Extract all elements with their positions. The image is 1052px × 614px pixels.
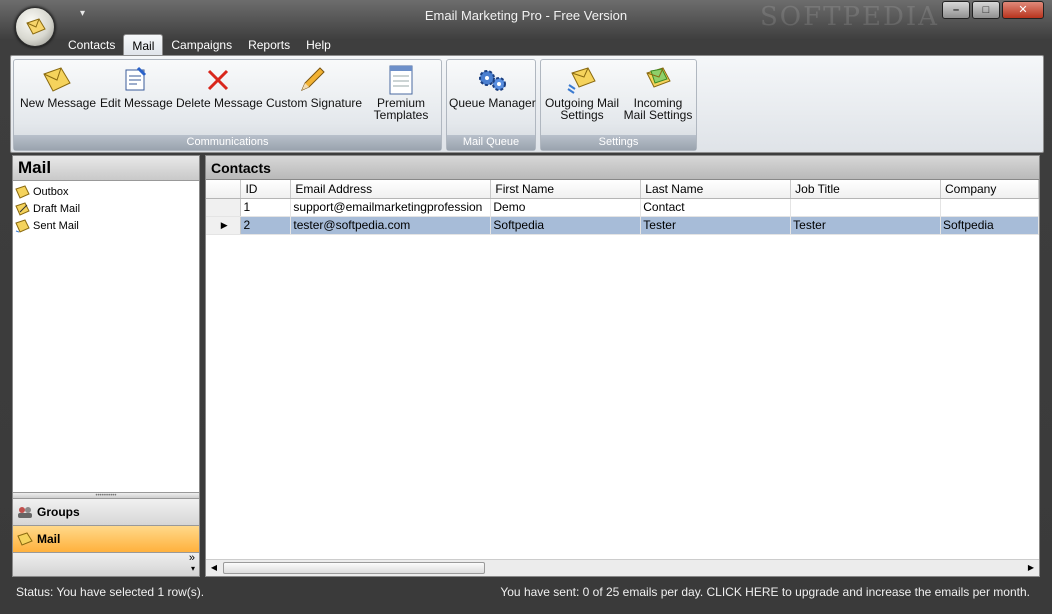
row-header-corner <box>206 180 242 199</box>
tree-item-draft-mail[interactable]: Draft Mail <box>15 200 197 217</box>
group-mail-queue: Queue Manager Mail Queue <box>446 59 536 151</box>
edit-document-icon <box>125 66 147 91</box>
envelope-icon <box>26 18 46 35</box>
gears-icon <box>479 70 506 91</box>
column-header-company[interactable]: Company <box>940 180 1039 199</box>
tree-item-label: Outbox <box>33 185 69 198</box>
tree-item-sent-mail[interactable]: Sent Mail <box>15 217 197 234</box>
incoming-mail-settings-button[interactable]: Incoming Mail Settings <box>621 63 695 121</box>
new-message-button[interactable]: New Message <box>20 63 96 109</box>
column-header-last-name[interactable]: Last Name <box>640 180 792 199</box>
group-label-mail-queue: Mail Queue <box>447 135 535 150</box>
status-selection-text: Status: You have selected 1 row(s). <box>16 585 205 599</box>
navigation-pane: Mail Outbox Draft Mail Sent Mail •••••••… <box>12 155 200 577</box>
upgrade-link[interactable]: You have sent: 0 of 25 emails per day. C… <box>500 585 1030 599</box>
tab-mail[interactable]: Mail <box>123 34 164 56</box>
draft-mail-icon <box>15 201 30 216</box>
row-indicator[interactable]: ▶ <box>206 216 242 235</box>
incoming-mail-icon <box>646 67 671 88</box>
red-x-icon <box>207 69 229 91</box>
contacts-pane: Contacts ID Email Address First Name Las… <box>205 155 1040 577</box>
ribbon: New Message Edit Message Delete Message … <box>10 55 1044 153</box>
scroll-right-icon[interactable]: ▶ <box>1024 561 1038 575</box>
outgoing-mail-settings-button[interactable]: Outgoing Mail Settings <box>544 63 620 121</box>
premium-templates-button[interactable]: Premium Templates <box>364 63 438 121</box>
menu-tabs: Contacts Mail Campaigns Reports Help <box>60 34 339 56</box>
cell-id[interactable]: 2 <box>240 216 292 235</box>
row-indicator[interactable] <box>206 198 242 217</box>
cell-company[interactable] <box>940 198 1039 217</box>
close-button[interactable]: ✕ <box>1002 1 1044 19</box>
mail-folder-tree: Outbox Draft Mail Sent Mail <box>13 181 199 236</box>
contacts-grid: ID Email Address First Name Last Name Jo… <box>206 180 1039 235</box>
group-label-communications: Communications <box>14 135 441 150</box>
cell-first-name[interactable]: Demo <box>490 198 642 217</box>
pencil-icon <box>301 67 325 91</box>
tree-item-label: Sent Mail <box>33 219 79 232</box>
column-header-first-name[interactable]: First Name <box>490 180 642 199</box>
window-controls: – □ ✕ <box>942 1 1044 19</box>
tab-help[interactable]: Help <box>298 34 339 56</box>
table-row[interactable]: 1 support@emailmarketingprofession Demo … <box>206 198 1039 217</box>
cell-email-address[interactable]: tester@softpedia.com <box>290 216 492 235</box>
envelope-icon <box>17 532 33 546</box>
horizontal-scrollbar[interactable]: ◀ ▶ <box>206 559 1039 576</box>
sent-mail-icon <box>15 218 30 233</box>
navigation-pane-title: Mail <box>13 156 199 181</box>
grid-header-row: ID Email Address First Name Last Name Jo… <box>206 180 1039 199</box>
tab-campaigns[interactable]: Campaigns <box>163 34 240 56</box>
tree-item-outbox[interactable]: Outbox <box>15 183 197 200</box>
table-row[interactable]: ▶ 2 tester@softpedia.com Softpedia Teste… <box>206 216 1039 235</box>
envelope-icon <box>15 184 30 199</box>
title-bar: SOFTPEDIA Email Marketing Pro - Free Ver… <box>0 0 1052 32</box>
cell-last-name[interactable]: Tester <box>640 216 792 235</box>
envelope-icon <box>43 67 71 92</box>
group-settings: Outgoing Mail Settings Incoming Mail Set… <box>540 59 697 151</box>
contacts-pane-title: Contacts <box>206 156 1039 180</box>
queue-manager-button[interactable]: Queue Manager <box>449 63 536 109</box>
scroll-left-icon[interactable]: ◀ <box>207 561 221 575</box>
window-title: Email Marketing Pro - Free Version <box>424 8 628 23</box>
cell-last-name[interactable]: Contact <box>640 198 792 217</box>
edit-message-button[interactable]: Edit Message <box>100 63 173 109</box>
custom-signature-button[interactable]: Custom Signature <box>266 63 362 109</box>
cell-id[interactable]: 1 <box>240 198 292 217</box>
template-icon <box>389 65 413 95</box>
chevron-right-icon: » <box>188 552 195 564</box>
tab-contacts[interactable]: Contacts <box>60 34 123 56</box>
nav-button-groups[interactable]: Groups <box>13 498 199 525</box>
column-header-id[interactable]: ID <box>240 180 292 199</box>
group-label-settings: Settings <box>541 135 696 150</box>
cell-first-name[interactable]: Softpedia <box>490 216 642 235</box>
scrollbar-thumb[interactable] <box>223 562 485 574</box>
nav-button-mail[interactable]: Mail <box>13 525 199 552</box>
groups-icon <box>18 507 32 518</box>
cell-job-title[interactable] <box>790 198 941 217</box>
application-window: SOFTPEDIA Email Marketing Pro - Free Ver… <box>0 0 1052 614</box>
quick-access-dropdown-icon[interactable]: ▾ <box>80 8 85 19</box>
tree-item-label: Draft Mail <box>33 202 81 215</box>
outgoing-mail-icon <box>567 67 596 94</box>
column-header-email-address[interactable]: Email Address <box>290 180 492 199</box>
cell-company[interactable]: Softpedia <box>940 216 1039 235</box>
column-header-job-title[interactable]: Job Title <box>790 180 941 199</box>
status-bar: Status: You have selected 1 row(s). You … <box>12 582 1042 602</box>
minimize-button[interactable]: – <box>942 1 970 19</box>
cell-email-address[interactable]: support@emailmarketingprofession <box>290 198 492 217</box>
delete-message-button[interactable]: Delete Message <box>176 63 263 109</box>
group-communications: New Message Edit Message Delete Message … <box>13 59 442 151</box>
cell-job-title[interactable]: Tester <box>790 216 941 235</box>
maximize-button[interactable]: □ <box>972 1 1000 19</box>
tab-reports[interactable]: Reports <box>240 34 298 56</box>
application-menu-button[interactable] <box>15 7 55 47</box>
navigation-pane-options[interactable]: » ▾ <box>13 552 199 576</box>
